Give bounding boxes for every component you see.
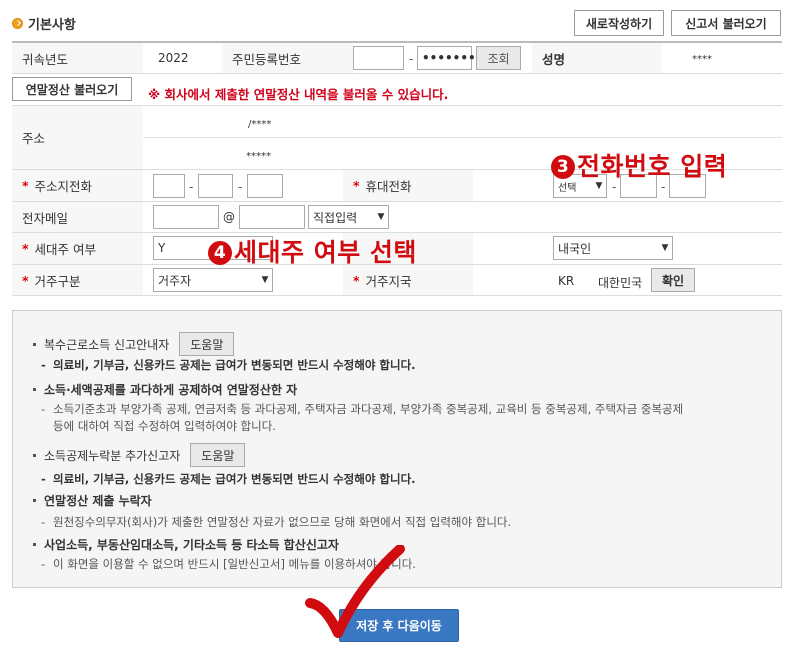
basic-info-form: 귀속년도 2022 주민등록번호 - ••••••• 조회 성명 **** 연말…: [12, 41, 782, 296]
rrn-front-input[interactable]: [353, 46, 404, 70]
annotation-phone: 3 전화번호 입력: [551, 147, 727, 183]
row-residence: * 거주구분 거주자 ▼ * 거주지국 KR 대한민국 확인: [12, 265, 782, 296]
info-item-3: 소득공제누락분 추가신고자 도움말: [33, 443, 246, 467]
household-label: * 세대주 여부: [12, 233, 143, 264]
home-phone-label: * 주소지전화: [12, 170, 143, 201]
row-year-rrn: 귀속년도 2022 주민등록번호 - ••••••• 조회 성명 ****: [12, 43, 782, 74]
residence-select[interactable]: 거주자 ▼: [153, 268, 273, 292]
email-id-input[interactable]: [153, 205, 219, 229]
home-phone-2[interactable]: [198, 174, 233, 198]
home-phone-1[interactable]: [153, 174, 185, 198]
rrn-label: 주민등록번호: [222, 43, 353, 73]
row-email: 전자메일 @ 직접입력 ▼: [12, 202, 782, 233]
load-year-end-button[interactable]: 연말정산 불러오기: [12, 77, 132, 101]
help-button-1[interactable]: 도움말: [179, 332, 235, 356]
address-line2: *****: [246, 151, 271, 162]
address-label: 주소: [12, 106, 143, 169]
residence-label: * 거주구분: [12, 265, 143, 295]
email-domain-input[interactable]: [239, 205, 305, 229]
check-mark-icon: [305, 545, 405, 638]
new-form-button[interactable]: 새로작성하기: [574, 10, 664, 36]
info-sub-4: - 원천징수의무자(회사)가 제출한 연말정산 자료가 없으므로 당해 화면에서 …: [41, 515, 512, 529]
email-domain-select[interactable]: 직접입력 ▼: [308, 205, 389, 229]
rrn-back-input[interactable]: •••••••: [417, 46, 476, 70]
mobile-phone-label: * 휴대전화: [343, 170, 473, 201]
rrn-lookup-button[interactable]: 조회: [476, 46, 521, 70]
address-line1: /****: [248, 119, 272, 130]
country-name: 대한민국: [598, 276, 643, 290]
help-button-2[interactable]: 도움말: [190, 443, 246, 467]
section-title: 기본사항: [12, 14, 76, 33]
info-sub-2: - 소득기준초과 부양가족 공제, 연금저축 등 과다공제, 주택자금 과다공제,…: [41, 402, 684, 416]
country-label: * 거주지국: [343, 265, 473, 295]
year-label: 귀속년도: [12, 43, 143, 73]
info-item-5: 사업소득, 부동산임대소득, 기타소득 등 타소득 합산신고자: [33, 536, 339, 553]
info-item-1: 복수근로소득 신고안내자 도움말: [33, 332, 235, 356]
info-sub-2b: 등에 대하여 직접 수정하여 입력하여야 합니다.: [53, 419, 276, 433]
rrn-dash: -: [409, 52, 414, 66]
country-code: KR: [558, 274, 575, 288]
email-label: 전자메일: [12, 202, 143, 232]
info-item-4: 연말정산 제출 누락자: [33, 492, 152, 509]
section-bullet-icon: [12, 18, 23, 29]
country-confirm-button[interactable]: 확인: [651, 268, 695, 292]
load-notice: ※ 회사에서 제출한 연말정산 내역을 불러올 수 있습니다.: [148, 87, 449, 102]
info-item-2: 소득·세액공제를 과다하게 공제하여 연말정산한 자: [33, 381, 297, 398]
nationality-select[interactable]: 내국인 ▼: [553, 236, 673, 260]
load-return-button[interactable]: 신고서 불러오기: [671, 10, 781, 36]
info-sub-1: - 의료비, 기부금, 신용카드 공제는 급여가 변동되면 반드시 수정해야 합니…: [41, 358, 416, 372]
year-value: 2022: [158, 51, 189, 65]
name-label: 성명: [532, 43, 662, 73]
section-title-text: 기본사항: [28, 18, 76, 33]
email-at: @: [223, 210, 235, 224]
annotation-household: 4 세대주 여부 선택: [208, 233, 417, 269]
home-phone-3[interactable]: [247, 174, 283, 198]
name-value: ****: [692, 54, 712, 65]
info-sub-3: - 의료비, 기부금, 신용카드 공제는 급여가 변동되면 반드시 수정해야 합니…: [41, 472, 416, 486]
